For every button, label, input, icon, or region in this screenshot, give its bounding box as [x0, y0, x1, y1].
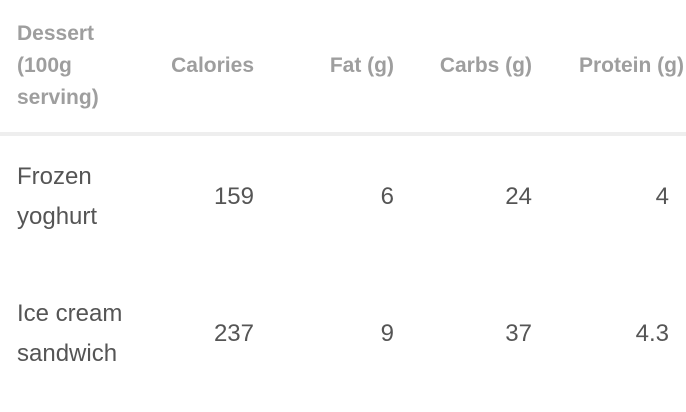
cell-protein: 4.3	[635, 320, 669, 347]
header-row: Dessert (100g serving) Calories Fat (g) …	[0, 0, 686, 136]
cell-fat: 6	[380, 183, 394, 210]
table-header: Dessert (100g serving) Calories Fat (g) …	[0, 0, 686, 136]
cell-carbs: 37	[505, 320, 532, 347]
header-calories[interactable]: Calories	[142, 0, 264, 136]
data-table: Dessert (100g serving) Calories Fat (g) …	[0, 0, 686, 410]
header-fat[interactable]: Fat (g)	[264, 0, 402, 136]
table-row[interactable]: Frozen yoghurt 159 6 24 4	[0, 134, 686, 258]
header-carbs[interactable]: Carbs (g)	[402, 0, 540, 136]
data-table-container: Dessert (100g serving) Calories Fat (g) …	[0, 0, 686, 412]
cell-calories: 159	[213, 183, 254, 210]
cell-protein: 4	[655, 183, 669, 210]
cell-dessert: Frozen yoghurt	[17, 163, 98, 230]
table-row[interactable]: Ice cream sandwich 237 9 37 4.3	[0, 258, 686, 410]
header-dessert[interactable]: Dessert (100g serving)	[0, 0, 142, 136]
cell-carbs: 24	[505, 183, 532, 210]
cell-dessert: Ice cream sandwich	[17, 300, 123, 367]
cell-calories: 237	[213, 320, 254, 347]
cell-fat: 9	[380, 320, 394, 347]
header-protein[interactable]: Protein (g)	[540, 0, 686, 136]
table-body: Frozen yoghurt 159 6 24 4 Ice cream sand…	[0, 134, 686, 410]
